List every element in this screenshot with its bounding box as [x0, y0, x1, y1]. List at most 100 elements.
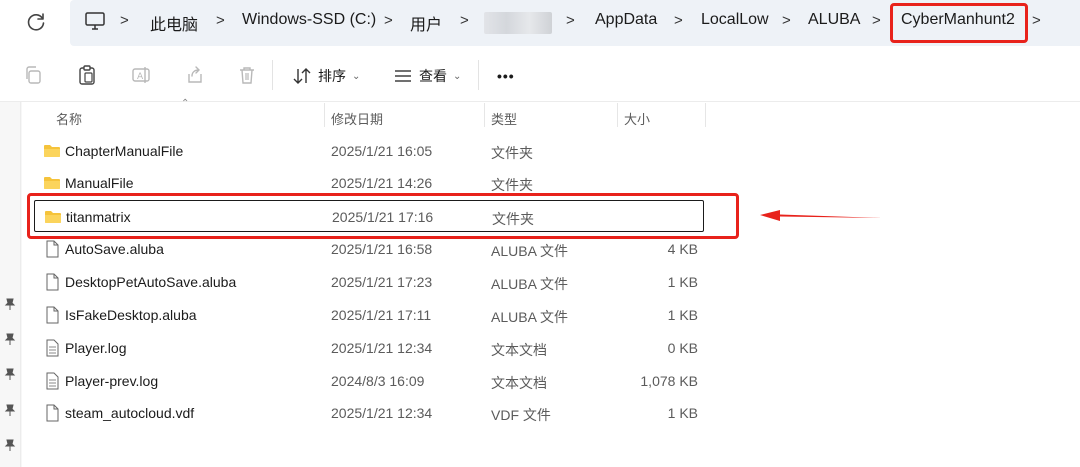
refresh-icon[interactable] [24, 10, 48, 34]
file-type: ALUBA 文件 [491, 309, 569, 325]
file-name: steam_autocloud.vdf [65, 405, 195, 421]
file-type: VDF 文件 [491, 407, 551, 423]
breadcrumb-locallow[interactable]: LocalLow [701, 11, 769, 29]
breadcrumb-separator[interactable]: > [120, 12, 129, 29]
file-size: 1 KB [667, 405, 698, 421]
file-date: 2025/1/21 12:34 [331, 405, 433, 421]
file-type: 文件夹 [491, 177, 533, 193]
file-date: 2025/1/21 14:26 [331, 175, 433, 191]
column-separator[interactable] [705, 103, 706, 127]
more-options-button[interactable]: ••• [497, 64, 515, 88]
column-header-date[interactable]: 修改日期 [331, 109, 383, 135]
list-item[interactable]: Player-prev.log 2024/8/3 16:09 文本文档 1,07… [34, 365, 704, 397]
file-icon [46, 240, 59, 258]
annotation-arrow-icon [760, 210, 882, 221]
breadcrumb-appdata[interactable]: AppData [595, 11, 657, 29]
file-name: DesktopPetAutoSave.aluba [65, 274, 237, 290]
pin-icon[interactable] [3, 403, 17, 417]
pin-icon[interactable] [3, 332, 17, 346]
toolbar-divider [478, 60, 479, 90]
view-icon [395, 70, 411, 82]
sort-icon [293, 68, 311, 84]
breadcrumb-separator[interactable]: > [1032, 12, 1041, 29]
file-name: Player-prev.log [65, 373, 159, 389]
breadcrumb-separator[interactable]: > [384, 12, 393, 29]
file-size: 1 KB [667, 274, 698, 290]
file-size: 4 KB [667, 241, 698, 257]
file-size: 1,078 KB [640, 373, 698, 389]
pin-icon[interactable] [3, 367, 17, 381]
file-size: 1 KB [667, 307, 698, 323]
breadcrumb-separator[interactable]: > [782, 12, 791, 29]
command-bar: A 排序 ⌄ 查看 ⌄ ••• [0, 50, 1080, 102]
breadcrumb-aluba[interactable]: ALUBA [808, 11, 860, 29]
breadcrumb-this-pc[interactable]: 此电脑 [150, 11, 198, 35]
breadcrumb-separator[interactable]: > [460, 12, 469, 29]
file-icon [46, 306, 59, 324]
column-header-name[interactable]: 名称 [56, 109, 82, 135]
text-file-icon [46, 339, 59, 357]
file-date: 2025/1/21 16:05 [331, 143, 433, 159]
chevron-down-icon: ⌄ [453, 70, 462, 82]
breadcrumb-separator[interactable]: > [566, 12, 575, 29]
breadcrumb-drive[interactable]: Windows-SSD (C:) [242, 11, 376, 29]
file-name: ChapterManualFile [65, 143, 184, 159]
pin-icon[interactable] [3, 438, 17, 452]
file-name: IsFakeDesktop.aluba [65, 307, 197, 323]
file-type: 文本文档 [491, 342, 547, 358]
svg-text:A: A [137, 72, 144, 82]
file-type: ALUBA 文件 [491, 243, 569, 259]
file-date: 2024/8/3 16:09 [331, 373, 425, 389]
address-bar[interactable]: > 此电脑 > Windows-SSD (C:) > 用户 > > AppDat… [70, 0, 1080, 46]
column-separator[interactable] [484, 103, 485, 127]
list-item[interactable]: IsFakeDesktop.aluba 2025/1/21 17:11 ALUB… [34, 299, 704, 331]
file-name: Player.log [65, 340, 127, 356]
breadcrumb-separator[interactable]: > [872, 12, 881, 29]
file-date: 2025/1/21 17:11 [331, 307, 432, 323]
sort-button[interactable]: 排序 ⌄ [292, 64, 360, 88]
folder-icon [44, 177, 60, 189]
file-icon [46, 273, 59, 291]
copy-icon[interactable] [22, 64, 44, 86]
list-item[interactable]: DesktopPetAutoSave.aluba 2025/1/21 17:23… [34, 266, 704, 298]
file-name: ManualFile [65, 175, 134, 191]
annotation-box-current-folder [890, 3, 1028, 43]
list-item[interactable]: steam_autocloud.vdf 2025/1/21 12:34 VDF … [34, 397, 704, 429]
list-item[interactable]: ChapterManualFile 2025/1/21 16:05 文件夹 [34, 135, 704, 167]
share-icon[interactable] [184, 64, 206, 86]
column-header-type[interactable]: 类型 [491, 109, 517, 135]
file-date: 2025/1/21 16:58 [331, 241, 433, 257]
view-button[interactable]: 查看 ⌄ [393, 64, 461, 88]
file-date: 2025/1/21 12:34 [331, 340, 433, 356]
folder-icon [44, 145, 60, 157]
file-name: AutoSave.aluba [65, 241, 164, 257]
file-size: 0 KB [667, 340, 698, 356]
chevron-down-icon: ⌄ [352, 70, 361, 82]
paste-icon[interactable] [76, 64, 98, 86]
annotation-box-titanmatrix [27, 193, 739, 239]
delete-icon[interactable] [236, 64, 258, 86]
column-separator[interactable] [617, 103, 618, 127]
blurred-username[interactable] [484, 12, 552, 34]
computer-icon [85, 12, 105, 30]
file-type: ALUBA 文件 [491, 276, 569, 292]
file-icon [46, 404, 59, 422]
file-type: 文本文档 [491, 375, 547, 391]
column-separator[interactable] [324, 103, 325, 127]
address-row: > 此电脑 > Windows-SSD (C:) > 用户 > > AppDat… [0, 0, 1080, 46]
breadcrumb-separator[interactable]: > [216, 12, 225, 29]
file-type: 文件夹 [491, 145, 533, 161]
sort-indicator-icon: ⌃ [181, 98, 190, 109]
sort-label: 排序 [318, 68, 346, 84]
rename-icon[interactable]: A [130, 64, 152, 86]
breadcrumb-users[interactable]: 用户 [410, 11, 442, 35]
pane-divider[interactable] [20, 102, 21, 467]
breadcrumb-separator[interactable]: > [674, 12, 683, 29]
column-header-size[interactable]: 大小 [624, 109, 650, 135]
text-file-icon [46, 372, 59, 390]
toolbar-divider [272, 60, 273, 90]
list-item[interactable]: Player.log 2025/1/21 12:34 文本文档 0 KB [34, 332, 704, 364]
view-label: 查看 [419, 68, 447, 84]
pin-icon[interactable] [3, 297, 17, 311]
file-date: 2025/1/21 17:23 [331, 274, 433, 290]
